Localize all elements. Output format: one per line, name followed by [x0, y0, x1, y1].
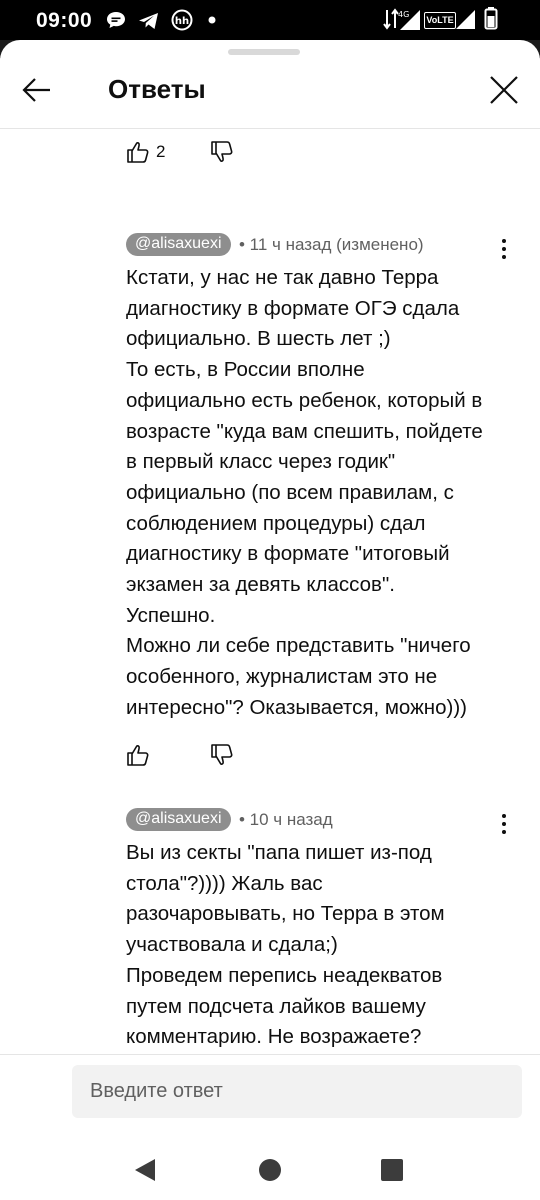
author-badge[interactable]: @alisaxuexi — [126, 808, 231, 831]
comment-actions — [126, 743, 246, 767]
system-nav-bar — [0, 1140, 540, 1200]
close-button[interactable] — [486, 72, 522, 108]
hh-icon: hh — [171, 9, 193, 31]
comment-timestamp: • 10 ч назад — [238, 809, 333, 829]
comment-item: @alisaxuexi • 10 ч назад Вы из секты "па… — [0, 808, 540, 1054]
page-title: Ответы — [108, 74, 206, 104]
author-badge[interactable]: @alisaxuexi — [126, 233, 231, 256]
back-triangle-icon — [135, 1159, 155, 1181]
back-button[interactable] — [20, 72, 56, 108]
more-options-button[interactable] — [494, 237, 514, 261]
svg-text:hh: hh — [175, 16, 189, 27]
comment-text: Вы из секты "папа пишет из-под стола"?))… — [126, 841, 445, 1049]
chat-bubble-icon — [107, 12, 125, 28]
like-icon[interactable] — [126, 743, 150, 767]
telegram-icon — [139, 13, 158, 29]
previous-comment-actions: 2 — [126, 140, 246, 164]
dislike-icon[interactable] — [210, 743, 234, 767]
comment-meta: @alisaxuexi • 10 ч назад — [126, 808, 333, 832]
comment-timestamp: • 11 ч назад (изменено) — [238, 234, 424, 254]
status-bar: 09:00 hh 4G VoLTE — [0, 0, 540, 40]
battery-icon — [484, 7, 498, 30]
drag-handle[interactable] — [228, 49, 300, 55]
more-vert-icon — [502, 814, 506, 834]
comment-meta: @alisaxuexi • 11 ч назад (изменено) — [126, 233, 424, 257]
comment-text: Кстати, у нас не так давно Терра диагнос… — [126, 266, 483, 719]
signal-icon — [456, 10, 475, 29]
nav-back-button[interactable] — [126, 1150, 166, 1190]
dislike-icon[interactable] — [210, 140, 234, 164]
volte-icon: VoLTE — [424, 12, 456, 29]
svg-text:4G: 4G — [398, 10, 409, 19]
home-circle-icon — [259, 1159, 281, 1181]
like-count: 2 — [156, 142, 166, 161]
more-options-button[interactable] — [494, 812, 514, 836]
more-vert-icon — [502, 239, 506, 259]
replies-list[interactable]: 2 @alisaxuexi • 11 ч назад (изменено) Кс… — [0, 129, 540, 1054]
data-arrows-icon — [383, 8, 399, 30]
nav-home-button[interactable] — [250, 1150, 290, 1190]
recents-square-icon — [381, 1159, 403, 1181]
replies-sheet: Ответы 2 @alisaxuexi • 11 ч назад (измен… — [0, 40, 540, 1140]
dot-icon — [208, 16, 216, 24]
like-icon[interactable] — [126, 140, 150, 164]
arrow-left-icon — [22, 78, 50, 102]
nav-recents-button[interactable] — [372, 1150, 412, 1190]
close-icon — [490, 76, 518, 104]
reply-input[interactable] — [72, 1065, 522, 1118]
reply-bar — [0, 1054, 540, 1140]
signal-4g-icon: 4G — [398, 10, 420, 30]
status-time: 09:00 — [36, 9, 93, 32]
header: Ответы — [0, 58, 540, 129]
comment-item: @alisaxuexi • 11 ч назад (изменено) Кста… — [0, 233, 540, 766]
